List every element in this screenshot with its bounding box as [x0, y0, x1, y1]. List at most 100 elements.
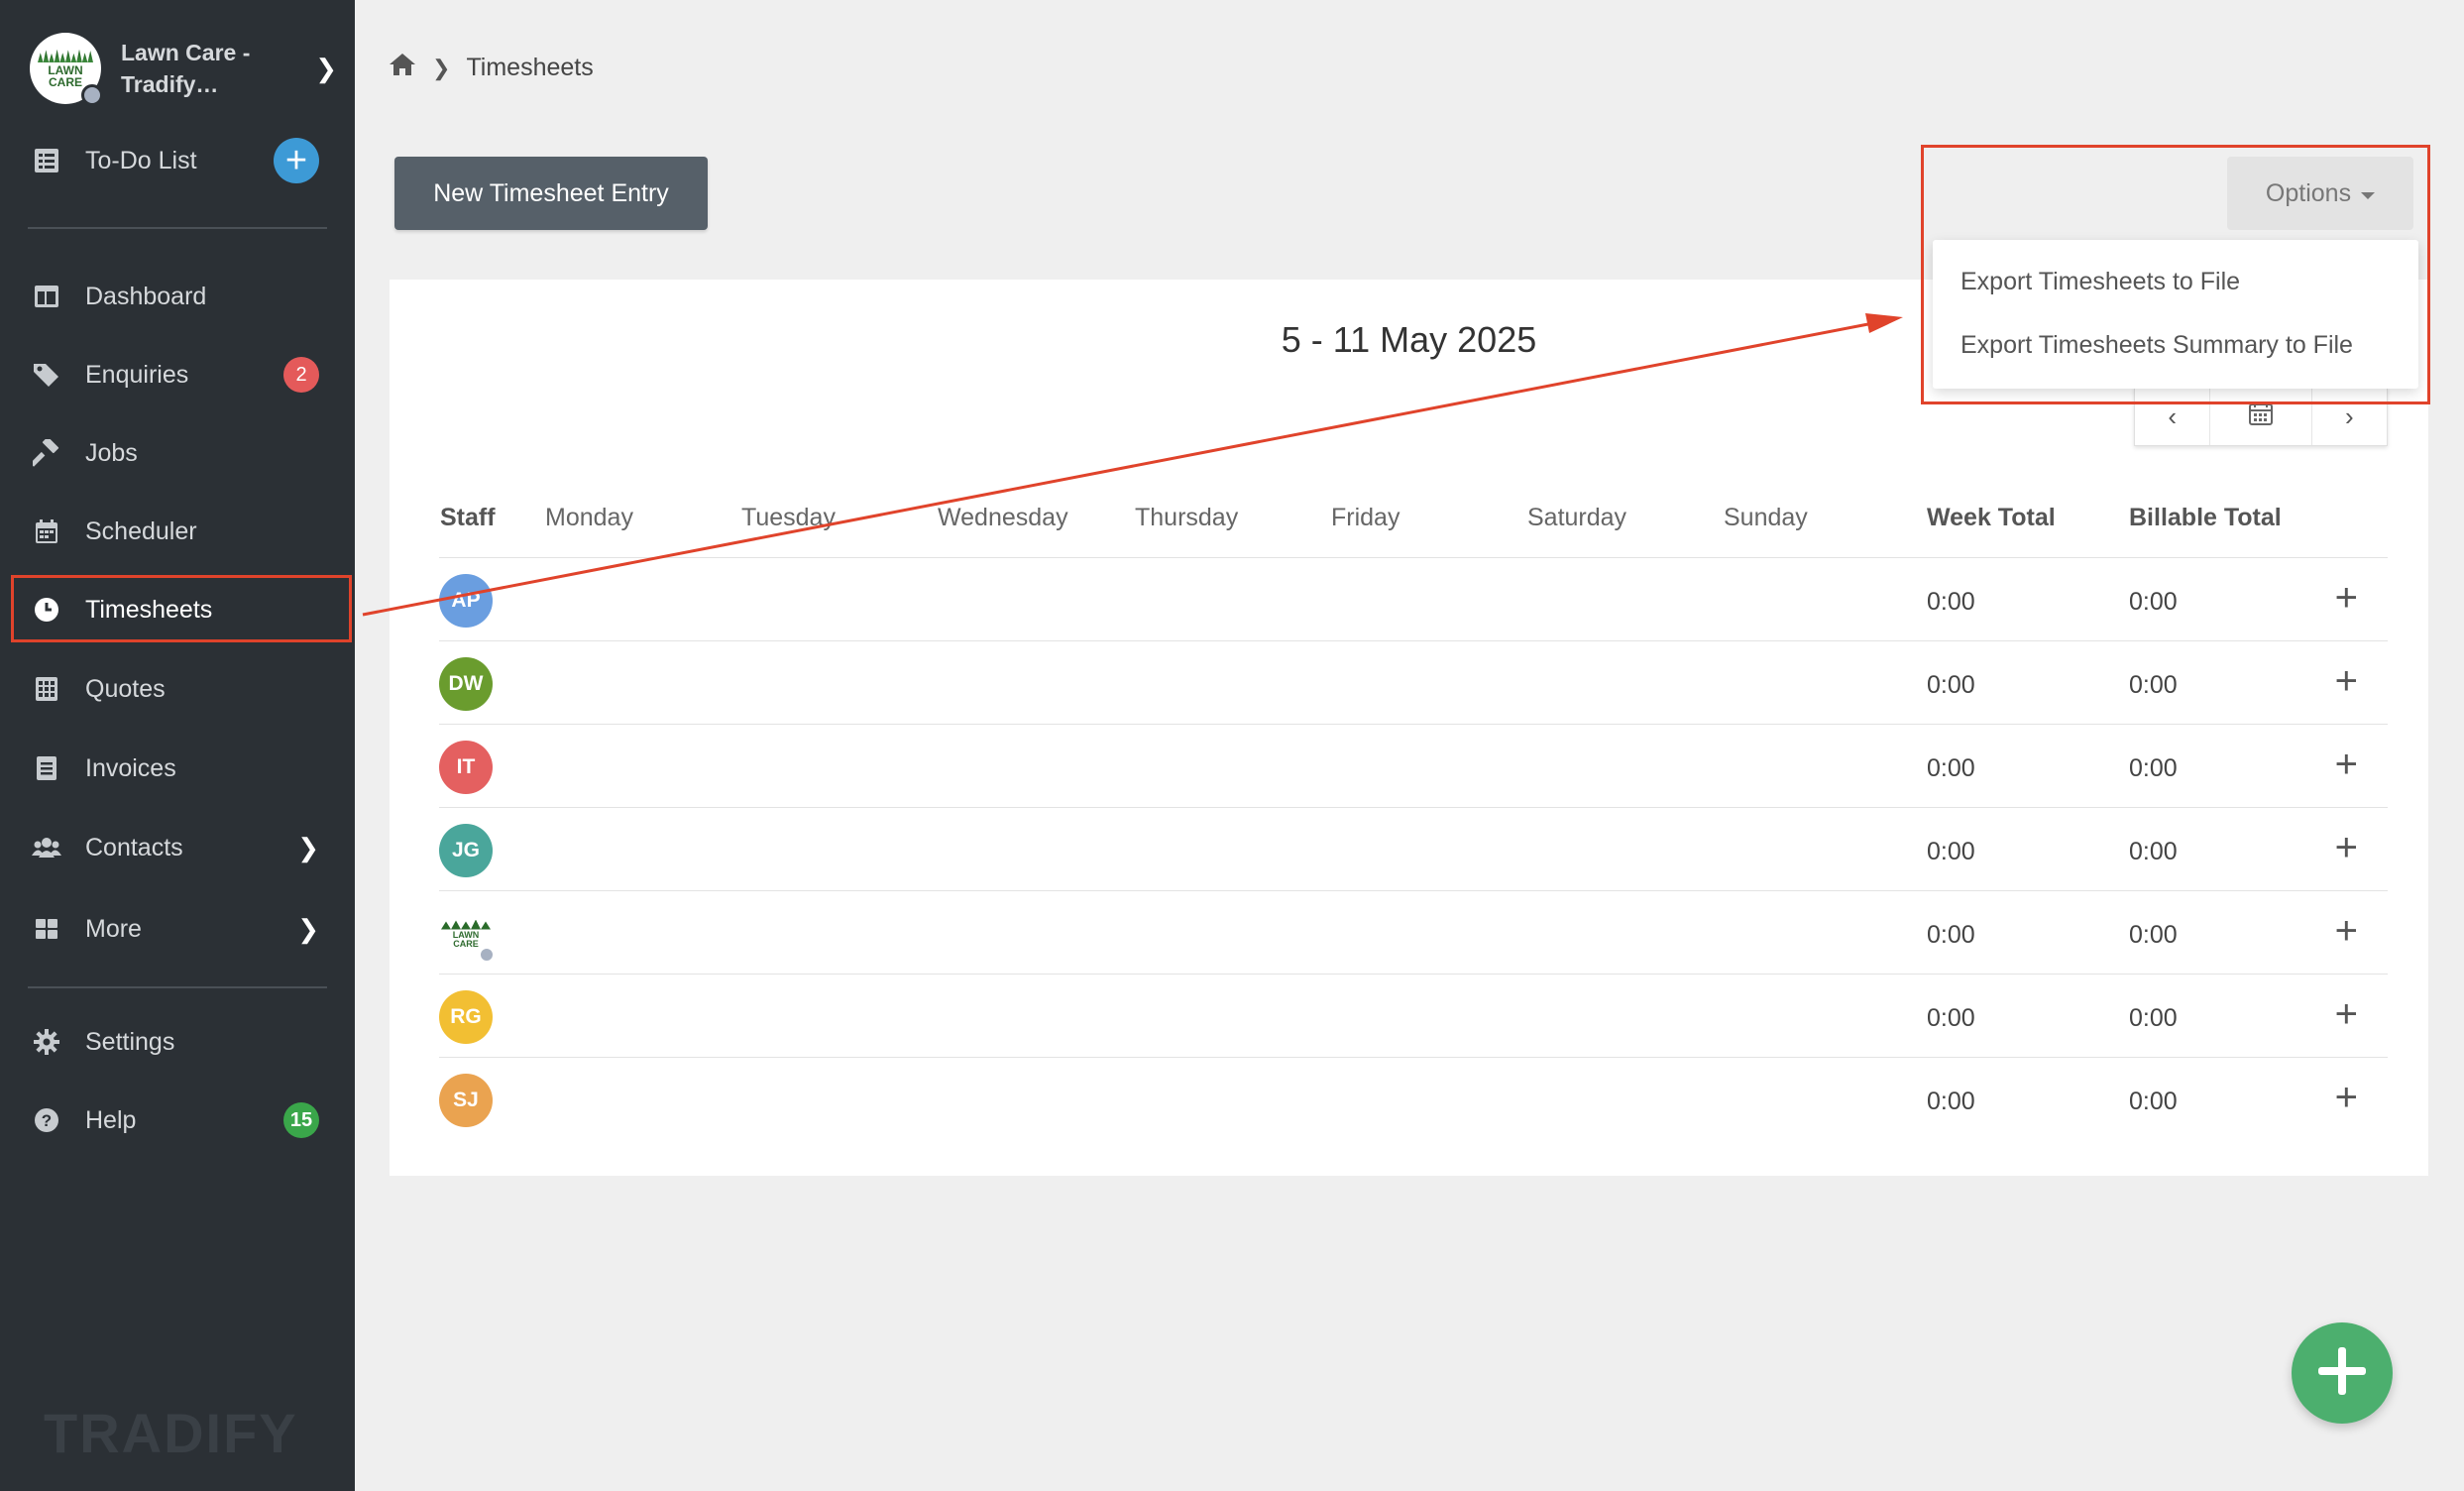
column-header: Billable Total — [2129, 504, 2282, 531]
week-total-cell: 0:00 — [1927, 1004, 1975, 1032]
sidebar-item-more[interactable]: More ❯ — [0, 897, 355, 961]
timesheets-highlight-box — [11, 575, 352, 642]
sidebar-item-quotes[interactable]: Quotes — [0, 657, 355, 721]
add-entry-plus-icon[interactable]: + — [2335, 828, 2358, 867]
list-icon — [32, 146, 61, 175]
status-dot — [81, 84, 103, 106]
sidebar-item-label: To-Do List — [85, 146, 197, 174]
avatar[interactable]: LAWN CARE — [439, 907, 495, 963]
sidebar-item-label: Scheduler — [85, 516, 197, 545]
sidebar-item-invoices[interactable]: Invoices — [0, 737, 355, 800]
avatar[interactable]: JG — [439, 824, 493, 877]
column-header: Saturday — [1527, 504, 1627, 531]
week-total-cell: 0:00 — [1927, 588, 1975, 616]
sidebar: LAWN CARE Lawn Care - Tradify… ❯ To-Do L… — [0, 0, 355, 1491]
invoice-icon — [32, 753, 61, 783]
sidebar-item-label: More — [85, 914, 142, 943]
billable-total-cell: 0:00 — [2129, 838, 2178, 865]
billable-total-cell: 0:00 — [2129, 921, 2178, 949]
tags-icon — [32, 360, 61, 390]
column-header: Thursday — [1135, 504, 1239, 531]
users-icon — [32, 833, 61, 862]
billable-total-cell: 0:00 — [2129, 1004, 2178, 1032]
plus-icon — [2312, 1341, 2372, 1406]
new-timesheet-entry-button[interactable]: New Timesheet Entry — [394, 157, 708, 230]
avatar[interactable]: SJ — [439, 1074, 493, 1127]
add-entry-plus-icon[interactable]: + — [2335, 994, 2358, 1034]
add-todo-button[interactable]: + — [274, 138, 319, 183]
table-row: DW 0:00 0:00 + — [439, 640, 2388, 724]
table-row: IT 0:00 0:00 + — [439, 724, 2388, 807]
avatar[interactable]: RG — [439, 990, 493, 1044]
add-entry-plus-icon[interactable]: + — [2335, 745, 2358, 784]
chevron-left-icon: ‹ — [2168, 401, 2178, 431]
help-count-badge: 15 — [283, 1102, 319, 1138]
billable-total-cell: 0:00 — [2129, 588, 2178, 616]
chevron-right-icon: ❯ — [432, 55, 451, 80]
sidebar-item-label: Dashboard — [85, 282, 207, 310]
dashboard-icon — [32, 282, 61, 311]
breadcrumb: ❯ Timesheets — [389, 52, 594, 84]
column-header: Monday — [545, 504, 633, 531]
sidebar-item-scheduler[interactable]: Scheduler — [0, 500, 355, 563]
column-header: Tuesday — [741, 504, 836, 531]
sidebar-item-todo[interactable]: To-Do List + — [0, 129, 355, 192]
table-row: AP 0:00 0:00 + — [439, 557, 2388, 640]
billable-total-cell: 0:00 — [2129, 671, 2178, 699]
calendar-icon — [32, 516, 61, 546]
gear-icon — [32, 1027, 61, 1057]
table-row: JG 0:00 0:00 + — [439, 807, 2388, 890]
timesheet-card: 5 - 11 May 2025 ‹ › Staff Monday Tuesday… — [390, 280, 2428, 1176]
sidebar-item-label: Invoices — [85, 753, 176, 782]
column-header: Wednesday — [938, 504, 1068, 531]
table-row: LAWN CARE 0:00 0:00 + — [439, 890, 2388, 974]
sidebar-item-jobs[interactable]: Jobs — [0, 421, 355, 485]
sidebar-divider — [28, 227, 327, 229]
hammer-icon — [32, 438, 61, 468]
status-dot — [479, 947, 495, 963]
sidebar-item-dashboard[interactable]: Dashboard — [0, 265, 355, 328]
week-total-cell: 0:00 — [1927, 754, 1975, 782]
avatar[interactable]: AP — [439, 574, 493, 628]
chevron-right-icon: ❯ — [297, 832, 319, 862]
brand-logo: TRADIFY — [44, 1402, 298, 1464]
sidebar-item-contacts[interactable]: Contacts ❯ — [0, 816, 355, 879]
week-total-cell: 0:00 — [1927, 671, 1975, 699]
chevron-right-icon: ❯ — [315, 54, 337, 83]
sidebar-item-enquiries[interactable]: Enquiries 2 — [0, 343, 355, 406]
sidebar-item-label: Enquiries — [85, 360, 189, 389]
column-header: Week Total — [1927, 504, 2056, 531]
floating-add-button[interactable] — [2292, 1322, 2393, 1424]
billable-total-cell: 0:00 — [2129, 1088, 2178, 1115]
enquiries-count-badge: 2 — [283, 357, 319, 393]
table-row: RG 0:00 0:00 + — [439, 974, 2388, 1057]
sidebar-divider — [28, 986, 327, 988]
table-row: SJ 0:00 0:00 + — [439, 1057, 2388, 1140]
sidebar-item-label: Quotes — [85, 674, 166, 703]
add-entry-plus-icon[interactable]: + — [2335, 661, 2358, 701]
svg-text:?: ? — [42, 1111, 52, 1130]
column-header: Friday — [1331, 504, 1400, 531]
org-switcher[interactable]: LAWN CARE Lawn Care - Tradify… ❯ — [30, 30, 337, 107]
add-entry-plus-icon[interactable]: + — [2335, 578, 2358, 618]
org-logo: LAWN CARE — [30, 33, 103, 106]
week-total-cell: 0:00 — [1927, 921, 1975, 949]
home-icon[interactable] — [389, 52, 416, 84]
chevron-right-icon: ❯ — [297, 913, 319, 944]
sidebar-item-settings[interactable]: Settings — [0, 1010, 355, 1074]
org-name: Lawn Care - Tradify… — [121, 40, 251, 97]
sidebar-item-label: Contacts — [85, 833, 183, 861]
avatar[interactable]: DW — [439, 657, 493, 711]
question-icon: ? — [32, 1105, 61, 1135]
week-total-cell: 0:00 — [1927, 1088, 1975, 1115]
week-total-cell: 0:00 — [1927, 838, 1975, 865]
calculator-icon — [32, 674, 61, 704]
sidebar-item-help[interactable]: ? Help 15 — [0, 1089, 355, 1152]
add-entry-plus-icon[interactable]: + — [2335, 1078, 2358, 1117]
sidebar-item-label: Settings — [85, 1027, 175, 1056]
avatar[interactable]: IT — [439, 741, 493, 794]
sidebar-item-label: Help — [85, 1105, 137, 1134]
add-entry-plus-icon[interactable]: + — [2335, 911, 2358, 951]
sidebar-item-label: Jobs — [85, 438, 138, 467]
billable-total-cell: 0:00 — [2129, 754, 2178, 782]
